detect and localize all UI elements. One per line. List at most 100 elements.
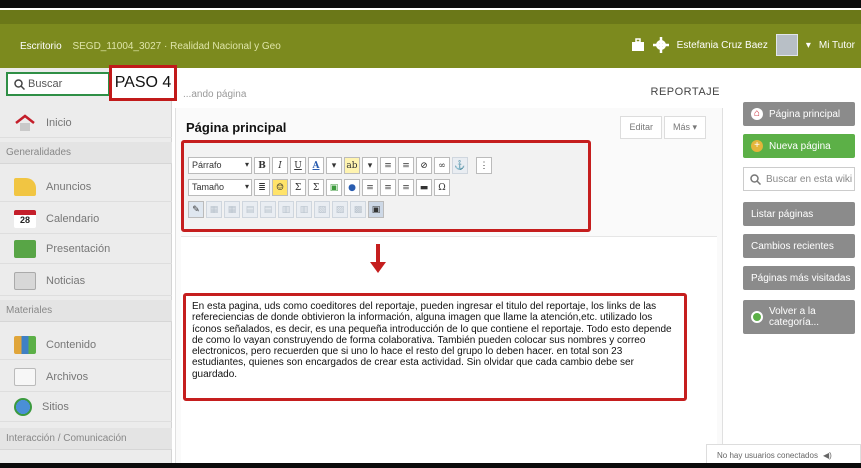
desktop-link[interactable]: Escritorio <box>20 41 62 52</box>
course-link[interactable]: SEGD_11004_3027 · Realidad Nacional y Ge… <box>72 41 280 52</box>
back-to-category-button[interactable]: Volver a la categoría... <box>743 300 855 334</box>
sidebar-section-label: Materiales <box>6 305 53 316</box>
files-icon <box>14 367 36 386</box>
clear-format-button[interactable]: ▬ <box>416 179 432 196</box>
breadcrumb: ...ando página <box>183 89 247 100</box>
sidebar-item-sitios[interactable]: Sitios <box>0 392 172 422</box>
toolbar-row-3: ✎ ▦ ▦ ▤ ▤ ▥ ▥ ▧ ▨ ▩ ▣ <box>188 201 384 218</box>
table-button[interactable]: ▦ <box>206 201 222 218</box>
sidebar-item-calendario[interactable]: 28 Calendario <box>0 204 172 234</box>
sidebar-item-noticias[interactable]: Noticias <box>0 266 172 296</box>
anchor-button[interactable]: ⚓ <box>452 157 468 174</box>
italic-button[interactable]: I <box>272 157 288 174</box>
delete-row-button[interactable]: ▤ <box>260 201 276 218</box>
page-title: Página principal <box>186 120 287 135</box>
split-cells-button[interactable]: ▨ <box>332 201 348 218</box>
underline-button[interactable]: U <box>290 157 306 174</box>
delete-col-button[interactable]: ▥ <box>296 201 312 218</box>
paragraph-format-select[interactable]: Párrafo ▾ <box>188 157 252 174</box>
bulleted-list-button[interactable]: ≡ <box>380 157 396 174</box>
right-wiki-panel: ⌂ Página principal + Nueva página Buscar… <box>735 72 861 463</box>
align-right-button[interactable]: ≡ <box>398 179 414 196</box>
home-icon: ⌂ <box>751 108 763 120</box>
chevron-down-icon[interactable]: ▾ <box>806 40 811 51</box>
content-icon <box>14 335 36 354</box>
horizontal-rule-button[interactable]: ≣ <box>254 179 270 196</box>
link-button[interactable]: ∞ <box>434 157 450 174</box>
unlink-button[interactable]: ⊘ <box>416 157 432 174</box>
sidebar-section-label: Interacción / Comunicación <box>6 433 127 444</box>
sidebar-item-label: Archivos <box>46 370 89 383</box>
page-break-button[interactable]: ⋮ <box>476 157 492 174</box>
insert-col-button[interactable]: ▥ <box>278 201 294 218</box>
left-sidebar: Buscar Inicio Generalidades Anuncios 28 … <box>0 68 172 463</box>
align-center-button[interactable]: ≡ <box>380 179 396 196</box>
fullscreen-button[interactable]: ▣ <box>368 201 384 218</box>
edit-source-button[interactable]: ✎ <box>188 201 204 218</box>
sidebar-item-label: Sitios <box>42 400 69 413</box>
font-size-select[interactable]: Tamaño ▾ <box>188 179 252 196</box>
sidebar-item-contenido[interactable]: Contenido <box>0 330 172 360</box>
sidebar-section-generalidades[interactable]: Generalidades <box>0 142 172 164</box>
special-char-button[interactable]: Ω <box>434 179 450 196</box>
align-left-button[interactable]: ≡ <box>362 179 378 196</box>
tutor-link[interactable]: Mi Tutor <box>819 40 855 51</box>
highlight-color-button[interactable]: ab <box>344 157 360 174</box>
sidebar-item-label: Contenido <box>46 338 97 351</box>
user-name[interactable]: Estefania Cruz Baez <box>677 40 768 51</box>
numbered-list-button[interactable]: ≡ <box>398 157 414 174</box>
search-icon <box>750 173 761 185</box>
sum-button[interactable]: Σ <box>308 179 324 196</box>
gear-icon[interactable] <box>652 37 669 53</box>
sidebar-search-input[interactable]: Buscar <box>6 72 110 96</box>
tab-editar[interactable]: Editar <box>620 116 662 139</box>
list-pages-label: Listar páginas <box>751 208 814 220</box>
new-page-label: Nueva página <box>769 140 831 152</box>
wiki-section-title: REPORTAJE <box>650 86 720 98</box>
sidebar-item-archivos[interactable]: Archivos <box>0 362 172 392</box>
sidebar-section-interaccion[interactable]: Interacción / Comunicación <box>0 428 172 450</box>
wiki-home-button[interactable]: ⌂ Página principal <box>743 102 855 126</box>
media-icon[interactable]: ● <box>344 179 360 196</box>
sidebar-item-inicio[interactable]: Inicio <box>0 108 172 138</box>
sidebar-item-presentacion[interactable]: Presentación <box>0 234 172 264</box>
sidebar-section-materiales[interactable]: Materiales <box>0 300 172 322</box>
arrow-down-icon <box>376 244 380 264</box>
recent-changes-button[interactable]: Cambios recientes <box>743 234 855 258</box>
new-page-button[interactable]: + Nueva página <box>743 134 855 158</box>
top-navigation-bar: Escritorio SEGD_11004_3027 · Realidad Na… <box>0 10 861 68</box>
sidebar-section-label: Generalidades <box>6 147 72 158</box>
chevron-down-icon[interactable]: ▾ <box>362 157 378 174</box>
back-arrow-icon <box>751 311 763 323</box>
instruction-note: En esta pagina, uds como coeditores del … <box>183 293 687 401</box>
most-visited-label: Páginas más visitadas <box>751 272 851 284</box>
avatar[interactable] <box>775 34 798 56</box>
insert-row-button[interactable]: ▤ <box>242 201 258 218</box>
sidebar-item-anuncios[interactable]: Anuncios <box>0 172 172 202</box>
table-props-button[interactable]: ▦ <box>224 201 240 218</box>
briefcase-icon[interactable] <box>631 38 645 52</box>
list-pages-button[interactable]: Listar páginas <box>743 202 855 226</box>
bold-button[interactable]: B <box>254 157 270 174</box>
smiley-icon[interactable]: ☺ <box>272 179 288 196</box>
wiki-search-input[interactable]: Buscar en esta wiki <box>743 167 855 191</box>
user-area: Estefania Cruz Baez ▾ Mi Tutor <box>631 34 855 56</box>
plus-icon: + <box>751 140 763 152</box>
most-visited-button[interactable]: Páginas más visitadas <box>743 266 855 290</box>
globe-icon <box>14 397 32 416</box>
chevron-down-icon[interactable]: ▾ <box>326 157 342 174</box>
tab-mas[interactable]: Más ▾ <box>663 116 706 139</box>
text-color-button[interactable]: A <box>308 157 324 174</box>
search-icon <box>14 78 25 90</box>
news-icon <box>14 271 36 290</box>
cell-props-button[interactable]: ▩ <box>350 201 366 218</box>
paragraph-format-value: Párrafo <box>192 160 222 170</box>
merge-cells-button[interactable]: ▧ <box>314 201 330 218</box>
connected-users-status[interactable]: No hay usuarios conectados ◀) <box>706 444 861 463</box>
formula-button[interactable]: Σ <box>290 179 306 196</box>
presentation-icon <box>14 239 36 258</box>
page-editor-panel: Página principal Editar Más ▾ Párrafo ▾ B… <box>175 108 723 463</box>
sidebar-item-label: Calendario <box>46 212 100 225</box>
wiki-search-placeholder: Buscar en esta wiki <box>766 173 853 185</box>
image-icon[interactable]: ▣ <box>326 179 342 196</box>
